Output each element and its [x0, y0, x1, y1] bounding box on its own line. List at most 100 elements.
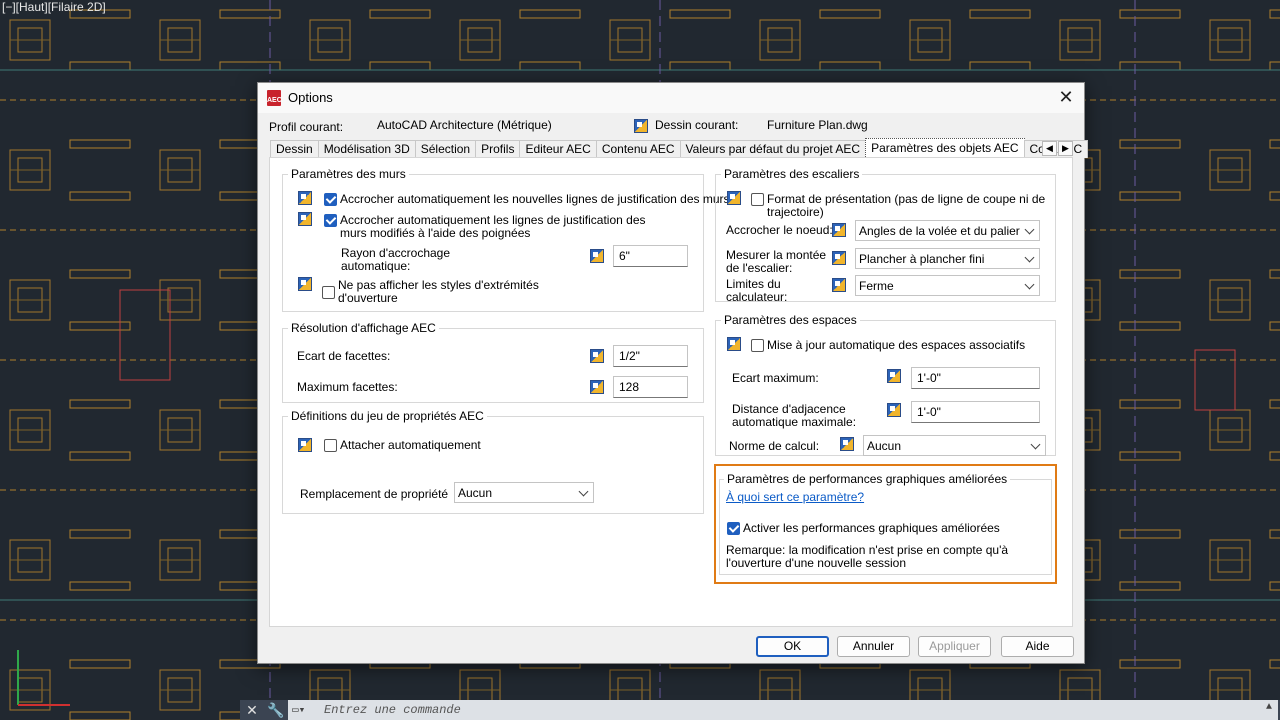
- max-gap-label: Ecart maximum:: [732, 371, 819, 385]
- tab-profils[interactable]: Profils: [475, 140, 521, 158]
- walls-group: Paramètres des murs Accrocher automatiqu…: [282, 167, 730, 312]
- tab-scroll-right-icon[interactable]: ▶: [1058, 141, 1073, 156]
- chevron-down-icon: [1024, 224, 1035, 235]
- stairs-group-title: Paramètres des escaliers: [721, 167, 863, 181]
- chevron-down-icon: [1024, 252, 1035, 263]
- close-dialog-button[interactable]: ✕: [1056, 87, 1076, 107]
- max-facets-label: Maximum facettes:: [297, 380, 398, 394]
- snap-modified-label-line2: murs modifiés à l'aide des poignées: [340, 226, 531, 240]
- snap-radius-input[interactable]: 6": [613, 245, 688, 267]
- tab-dessin[interactable]: Dessin: [270, 140, 319, 158]
- calculator-limits-value: Ferme: [859, 279, 894, 293]
- command-history-icon[interactable]: ▭▾: [292, 703, 305, 717]
- calculation-norm-label: Norme de calcul:: [729, 439, 820, 453]
- graphics-note-line2: l'ouverture d'une nouvelle session: [726, 556, 907, 570]
- attach-automatically-checkbox[interactable]: [324, 439, 337, 452]
- property-override-value: Aucun: [458, 486, 493, 500]
- enable-graphics-label: Activer les performances graphiques amél…: [743, 521, 1000, 535]
- adjacency-input[interactable]: 1'-0": [911, 401, 1040, 423]
- max-gap-input[interactable]: 1'-0": [911, 367, 1040, 389]
- profile-label: Profil courant:: [269, 120, 344, 134]
- stairs-group: Paramètres des escaliers Format de prése…: [715, 167, 1056, 304]
- tab-strip: Dessin Modélisation 3D Sélection Profils…: [270, 138, 1089, 158]
- property-override-label: Remplacement de propriété: [300, 487, 449, 501]
- presentation-format-checkbox[interactable]: [751, 193, 764, 206]
- chevron-down-icon: [1030, 439, 1041, 450]
- calculation-norm-value: Aucun: [867, 439, 902, 453]
- drawing-icon: [887, 403, 901, 417]
- attach-automatically-label: Attacher automatiquement: [340, 438, 481, 452]
- drawing-icon: [832, 278, 846, 292]
- hide-opening-label-line2: d'ouverture: [338, 291, 398, 305]
- drawing-icon: [298, 438, 312, 452]
- property-sets-group: Définitions du jeu de propriétés AEC Att…: [282, 409, 704, 514]
- calculator-limits-select[interactable]: Ferme: [855, 275, 1040, 296]
- graphics-performance-group: Paramètres de performances graphiques am…: [719, 472, 1052, 575]
- snap-node-label: Accrocher le noeud:: [726, 223, 833, 237]
- adjacency-label-line2: automatique maximale:: [732, 415, 857, 429]
- enable-graphics-checkbox[interactable]: [727, 522, 740, 535]
- stair-rise-select[interactable]: Plancher à plancher fini: [855, 248, 1040, 269]
- ok-button[interactable]: OK: [756, 636, 829, 657]
- command-line-bar: ✕ 🔧 ▭▾ Entrez une commande ▲: [240, 700, 1280, 720]
- chevron-down-icon: [578, 486, 589, 497]
- options-dialog: AEC Options ✕ Profil courant: AutoCAD Ar…: [257, 82, 1089, 664]
- tab-panel: Paramètres des murs Accrocher automatiqu…: [269, 157, 1073, 627]
- profile-value: AutoCAD Architecture (Métrique): [377, 118, 552, 132]
- property-override-select[interactable]: Aucun: [454, 482, 594, 503]
- drawing-icon: [727, 337, 741, 351]
- snap-new-label: Accrocher automatiquement les nouvelles …: [340, 192, 730, 206]
- stair-rise-label-line2: de l'escalier:: [726, 261, 793, 275]
- auto-update-spaces-checkbox[interactable]: [751, 339, 764, 352]
- viewport-controls-label[interactable]: [−][Haut][Filaire 2D]: [2, 0, 106, 14]
- drawing-icon: [832, 223, 846, 237]
- wrench-icon[interactable]: 🔧: [264, 702, 288, 719]
- tab-selection[interactable]: Sélection: [414, 140, 477, 158]
- tab-modelisation-3d[interactable]: Modélisation 3D: [317, 140, 416, 158]
- tab-scroll-left-icon[interactable]: ◀: [1042, 141, 1057, 156]
- tab-valeurs-par-defaut[interactable]: Valeurs par défaut du projet AEC: [679, 140, 867, 158]
- dialog-titlebar[interactable]: AEC Options ✕: [258, 83, 1084, 113]
- tab-editeur-aec[interactable]: Editeur AEC: [519, 140, 597, 158]
- drawing-icon: [840, 437, 854, 451]
- cancel-button[interactable]: Annuler: [837, 636, 910, 657]
- property-sets-group-title: Définitions du jeu de propriétés AEC: [288, 409, 487, 423]
- drawing-value: Furniture Plan.dwg: [767, 118, 868, 132]
- stair-rise-value: Plancher à plancher fini: [859, 252, 985, 266]
- calculation-norm-select[interactable]: Aucun: [863, 435, 1046, 456]
- display-resolution-group: Résolution d'affichage AEC Ecart de face…: [282, 321, 704, 403]
- drawing-icon: [832, 251, 846, 265]
- auto-update-spaces-label: Mise à jour automatique des espaces asso…: [767, 338, 1026, 352]
- snap-new-checkbox[interactable]: [324, 193, 337, 206]
- resolution-group-title: Résolution d'affichage AEC: [288, 321, 439, 335]
- spaces-group: Paramètres des espaces Mise à jour autom…: [715, 313, 1056, 456]
- snap-node-select[interactable]: Angles de la volée et du palier: [855, 220, 1040, 241]
- dialog-title: Options: [288, 90, 333, 105]
- hide-opening-styles-checkbox[interactable]: [322, 286, 335, 299]
- max-facets-input[interactable]: 128: [613, 376, 688, 398]
- help-button[interactable]: Aide: [1001, 636, 1074, 657]
- apply-button[interactable]: Appliquer: [918, 636, 991, 657]
- graphics-group-title: Paramètres de performances graphiques am…: [724, 472, 1011, 486]
- snap-modified-checkbox[interactable]: [324, 214, 337, 227]
- facet-gap-input[interactable]: 1/2": [613, 345, 688, 367]
- drawing-icon: [298, 277, 312, 291]
- drawing-icon: [727, 191, 741, 205]
- tab-contenu-aec[interactable]: Contenu AEC: [595, 140, 681, 158]
- help-link[interactable]: À quoi sert ce paramètre?: [726, 490, 864, 504]
- drawing-icon: [590, 249, 604, 263]
- walls-group-title: Paramètres des murs: [288, 167, 409, 181]
- facet-gap-label: Ecart de facettes:: [297, 349, 391, 363]
- tab-parametres-objets-aec[interactable]: Paramètres des objets AEC: [865, 138, 1025, 157]
- chevron-down-icon: [1024, 279, 1035, 290]
- chevron-up-icon[interactable]: ▲: [1266, 702, 1272, 713]
- command-input[interactable]: ▭▾ Entrez une commande ▲: [288, 700, 1278, 720]
- drawing-icon: [634, 119, 648, 133]
- spaces-group-title: Paramètres des espaces: [721, 313, 860, 327]
- command-placeholder: Entrez une commande: [324, 703, 461, 717]
- snap-node-value: Angles de la volée et du palier: [859, 224, 1020, 238]
- drawing-icon: [590, 349, 604, 363]
- autocad-app-icon: AEC: [267, 90, 282, 106]
- close-icon[interactable]: ✕: [240, 702, 264, 719]
- drawing-icon: [298, 212, 312, 226]
